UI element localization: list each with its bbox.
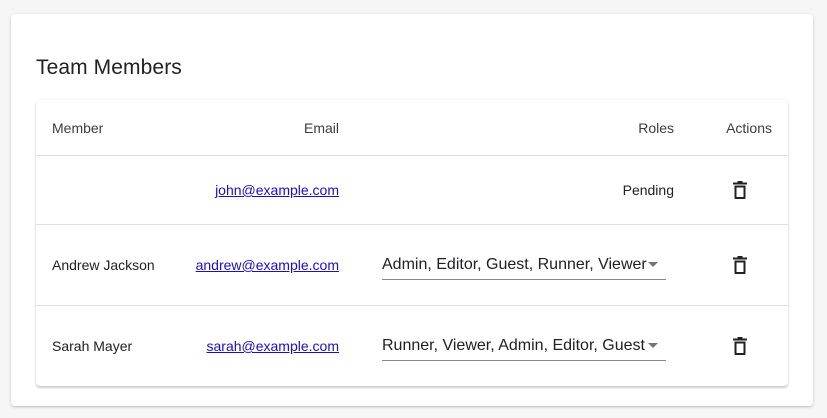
roles-select[interactable]: Admin, Editor, Guest, Runner, Viewer	[382, 250, 666, 280]
roles-cell: Runner, Viewer, Admin, Editor, Guest	[382, 306, 666, 386]
delete-cell	[725, 225, 755, 305]
member-status-pending: Pending	[622, 182, 674, 198]
member-email-link[interactable]: sarah@example.com	[207, 338, 340, 354]
column-header-email: Email	[303, 119, 339, 136]
member-email-cell: andrew@example.com	[196, 225, 339, 305]
table-row: Sarah Mayer sarah@example.com Runner, Vi…	[36, 306, 788, 386]
page-title: Team Members	[36, 56, 182, 79]
column-header-actions: Actions	[726, 119, 772, 136]
member-email-link[interactable]: andrew@example.com	[196, 257, 339, 273]
table-row: Andrew Jackson andrew@example.com Admin,…	[36, 225, 788, 306]
trash-icon	[733, 337, 747, 355]
member-email-link[interactable]: john@example.com	[215, 182, 339, 198]
roles-select-value: Runner, Viewer, Admin, Editor, Guest	[382, 336, 645, 354]
members-table: Member Email Roles Actions john@example.…	[36, 100, 788, 386]
delete-cell	[725, 306, 755, 386]
member-email-cell: sarah@example.com	[207, 306, 340, 386]
delete-button[interactable]	[725, 331, 755, 361]
trash-icon	[733, 181, 747, 199]
column-header-member: Member	[52, 119, 104, 136]
table-header: Member Email Roles Actions	[36, 100, 788, 156]
table-row: john@example.com Pending	[36, 156, 788, 225]
member-email-cell: john@example.com	[215, 156, 339, 224]
delete-button[interactable]	[725, 250, 755, 280]
roles-cell: Admin, Editor, Guest, Runner, Viewer	[382, 225, 666, 305]
dropdown-arrow-icon	[648, 343, 658, 348]
team-members-card: Team Members Member Email Roles Actions …	[11, 14, 813, 406]
roles-select[interactable]: Runner, Viewer, Admin, Editor, Guest	[382, 331, 666, 361]
member-name: Andrew Jackson	[52, 257, 155, 273]
roles-select-value: Admin, Editor, Guest, Runner, Viewer	[382, 255, 647, 273]
delete-button[interactable]	[725, 175, 755, 205]
delete-cell	[725, 156, 755, 224]
member-name: Sarah Mayer	[52, 338, 133, 354]
column-header-roles: Roles	[638, 119, 674, 136]
dropdown-arrow-icon	[648, 262, 658, 267]
trash-icon	[733, 256, 747, 274]
